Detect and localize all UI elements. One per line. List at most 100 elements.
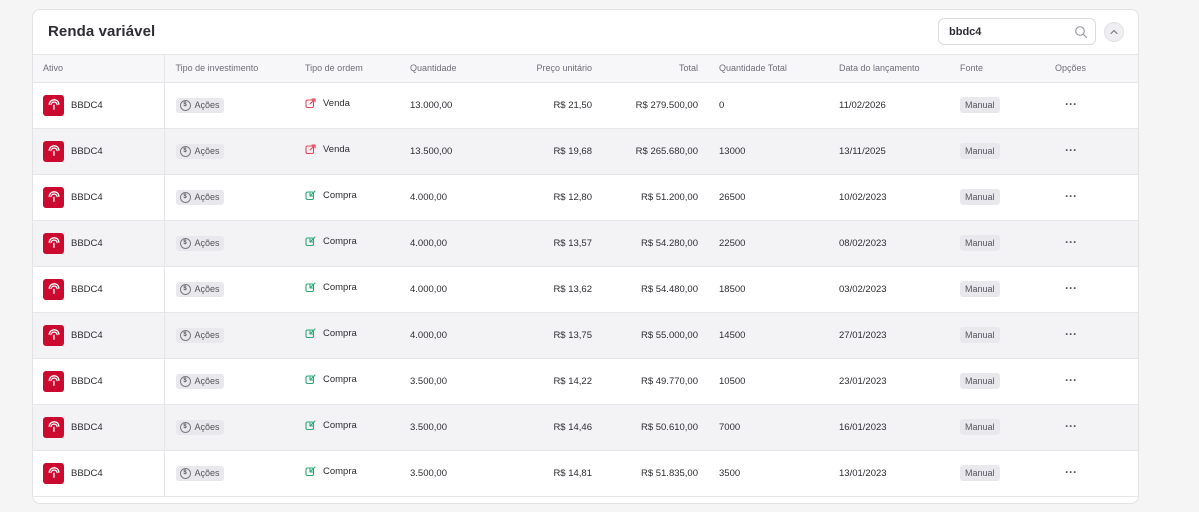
- asset-cell: BBDC4: [43, 324, 164, 346]
- search-icon[interactable]: [1074, 25, 1088, 39]
- bradesco-logo: [43, 186, 64, 208]
- table-row[interactable]: BBDC4 $ Ações Compra 4.000,00 R$ 13,75 R…: [33, 312, 1138, 358]
- quantidade-total-cell: 14500: [719, 329, 746, 341]
- quantidade-cell: 3.500,00: [410, 375, 447, 387]
- asset-cell: BBDC4: [43, 370, 164, 392]
- renda-variavel-card: Renda variável bbdc4 Ativo Tipo de inves…: [32, 9, 1139, 504]
- investment-type-label: Ações: [194, 192, 220, 202]
- page-title: Renda variável: [48, 23, 156, 40]
- preco-unitario-cell: R$ 13,62: [553, 283, 592, 295]
- investment-type-badge: $ Ações: [175, 281, 224, 297]
- col-header-fonte[interactable]: Fonte: [960, 55, 1055, 82]
- buy-order-icon: [305, 328, 316, 339]
- asset-ticker: BBDC4: [71, 329, 103, 341]
- quantidade-total-cell: 26500: [719, 191, 746, 203]
- table-row[interactable]: BBDC4 $ Ações Compra 3.500,00 R$ 14,22 R…: [33, 358, 1138, 404]
- order-type: Compra: [305, 374, 357, 385]
- order-type: Compra: [305, 420, 357, 431]
- data-lancamento-cell: 16/01/2023: [839, 421, 887, 433]
- bradesco-logo: [43, 94, 64, 116]
- investment-type-badge: $ Ações: [175, 373, 224, 389]
- bradesco-logo: [43, 370, 64, 392]
- table-row[interactable]: BBDC4 $ Ações Compra 4.000,00 R$ 12,80 R…: [33, 174, 1138, 220]
- order-type: Compra: [305, 282, 357, 293]
- more-options-icon[interactable]: ···: [1065, 374, 1077, 386]
- col-header-data-lancamento[interactable]: Data do lançamento: [825, 55, 960, 82]
- buy-order-icon: [305, 282, 316, 293]
- chevron-up-icon: [1110, 29, 1118, 35]
- table-row[interactable]: BBDC4 $ Ações Venda 13.000,00 R$ 21,50 R…: [33, 82, 1138, 128]
- asset-cell: BBDC4: [43, 232, 164, 254]
- more-options-icon[interactable]: ···: [1065, 282, 1077, 294]
- fonte-badge: Manual: [960, 97, 1000, 113]
- search-box[interactable]: [938, 18, 1096, 45]
- quantidade-total-cell: 22500: [719, 237, 746, 249]
- order-type: Compra: [305, 328, 357, 339]
- coin-icon: $: [179, 329, 191, 341]
- total-cell: R$ 54.280,00: [640, 237, 698, 249]
- col-header-preco-unitario[interactable]: Preço unitário: [510, 55, 592, 82]
- more-options-icon[interactable]: ···: [1065, 328, 1077, 340]
- data-lancamento-cell: 13/01/2023: [839, 467, 887, 479]
- investment-type-badge: $ Ações: [175, 143, 224, 159]
- coin-icon: $: [179, 191, 191, 203]
- investment-type-label: Ações: [194, 146, 220, 156]
- fonte-badge: Manual: [960, 281, 1000, 297]
- table-row[interactable]: BBDC4 $ Ações Compra 3.500,00 R$ 14,46 R…: [33, 404, 1138, 450]
- table-row[interactable]: BBDC4 $ Ações Compra 4.000,00 R$ 13,57 R…: [33, 220, 1138, 266]
- search-input[interactable]: [939, 19, 1079, 44]
- total-cell: R$ 279.500,00: [635, 99, 698, 111]
- investment-type-badge: $ Ações: [175, 189, 224, 205]
- more-options-icon[interactable]: ···: [1065, 466, 1077, 478]
- order-type-label: Compra: [323, 466, 357, 477]
- asset-cell: BBDC4: [43, 140, 164, 162]
- quantidade-total-cell: 13000: [719, 145, 746, 157]
- table-row[interactable]: BBDC4 $ Ações Compra 4.000,00 R$ 13,62 R…: [33, 266, 1138, 312]
- quantidade-total-cell: 3500: [719, 467, 741, 479]
- more-options-icon[interactable]: ···: [1065, 98, 1077, 110]
- more-options-icon[interactable]: ···: [1065, 236, 1077, 248]
- asset-ticker: BBDC4: [71, 237, 103, 249]
- quantidade-cell: 13.000,00: [410, 99, 453, 111]
- buy-order-icon: [305, 466, 316, 477]
- quantidade-cell: 4.000,00: [410, 329, 447, 341]
- asset-cell: BBDC4: [43, 94, 164, 116]
- quantidade-cell: 3.500,00: [410, 467, 447, 479]
- table-header-row: Ativo Tipo de investimento Tipo de ordem…: [33, 55, 1138, 82]
- collapse-button[interactable]: [1104, 22, 1124, 42]
- asset-ticker: BBDC4: [71, 375, 103, 387]
- col-header-tipo-investimento[interactable]: Tipo de investimento: [164, 55, 305, 82]
- col-header-total[interactable]: Total: [592, 55, 705, 82]
- total-cell: R$ 50.610,00: [640, 421, 698, 433]
- data-lancamento-cell: 27/01/2023: [839, 329, 887, 341]
- asset-ticker: BBDC4: [71, 467, 103, 479]
- col-header-quantidade-total[interactable]: Quantidade Total: [705, 55, 825, 82]
- more-options-icon[interactable]: ···: [1065, 144, 1077, 156]
- quantidade-cell: 3.500,00: [410, 421, 447, 433]
- order-type: Venda: [305, 144, 350, 155]
- asset-ticker: BBDC4: [71, 283, 103, 295]
- coin-icon: $: [179, 145, 191, 157]
- quantidade-total-cell: 0: [719, 99, 725, 111]
- more-options-icon[interactable]: ···: [1065, 420, 1077, 432]
- more-options-icon[interactable]: ···: [1065, 190, 1077, 202]
- quantidade-cell: 4.000,00: [410, 191, 447, 203]
- quantidade-cell: 13.500,00: [410, 145, 453, 157]
- asset-ticker: BBDC4: [71, 191, 103, 203]
- col-header-tipo-ordem[interactable]: Tipo de ordem: [305, 55, 410, 82]
- order-type-label: Venda: [323, 144, 350, 155]
- fonte-badge: Manual: [960, 143, 1000, 159]
- total-cell: R$ 49.770,00: [640, 375, 698, 387]
- table-row[interactable]: BBDC4 $ Ações Compra 3.500,00 R$ 14,81 R…: [33, 450, 1138, 496]
- data-lancamento-cell: 23/01/2023: [839, 375, 887, 387]
- col-header-ativo[interactable]: Ativo: [33, 55, 165, 82]
- order-type-label: Compra: [323, 328, 357, 339]
- col-header-quantidade[interactable]: Quantidade: [410, 55, 510, 82]
- preco-unitario-cell: R$ 13,57: [553, 237, 592, 249]
- preco-unitario-cell: R$ 12,80: [553, 191, 592, 203]
- order-type-label: Compra: [323, 374, 357, 385]
- asset-ticker: BBDC4: [71, 99, 103, 111]
- data-lancamento-cell: 13/11/2025: [839, 145, 886, 157]
- asset-cell: BBDC4: [43, 278, 164, 300]
- table-row[interactable]: BBDC4 $ Ações Venda 13.500,00 R$ 19,68 R…: [33, 128, 1138, 174]
